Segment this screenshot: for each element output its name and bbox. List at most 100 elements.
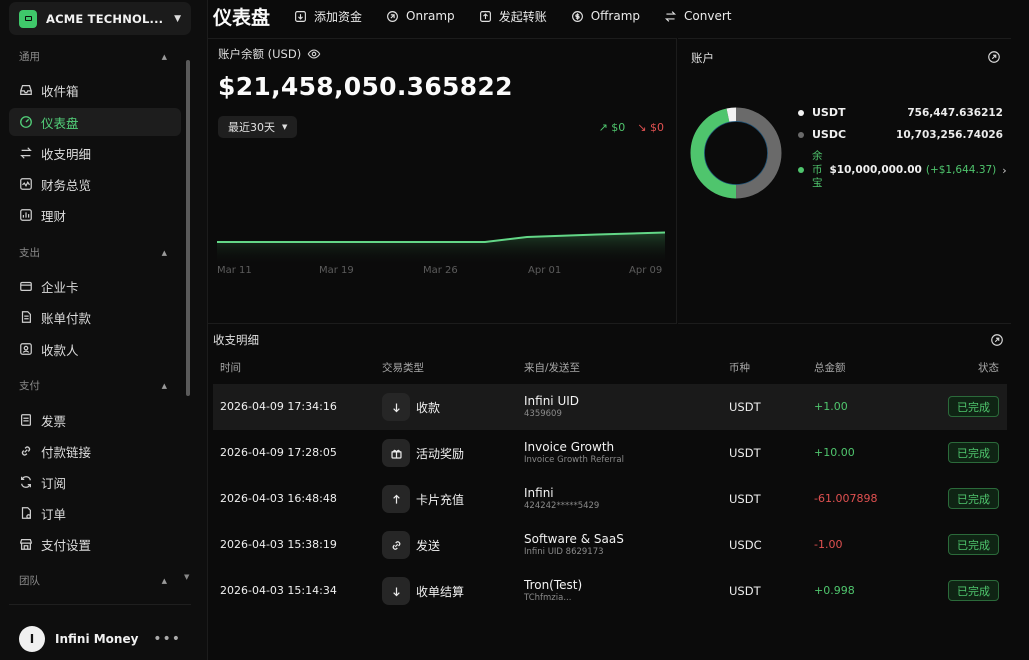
section-team[interactable]: 团队 ▲: [19, 573, 167, 588]
tx-amount: +10.00: [814, 446, 855, 459]
tx-type: 发送: [382, 531, 440, 559]
add-funds-icon: [295, 10, 306, 22]
col-amount: 总金额: [814, 362, 846, 374]
chevron-right-icon: ›: [1002, 163, 1007, 177]
tx-counterparty: Tron(Test) TChfmzia...: [524, 578, 583, 603]
org-logo-icon: [19, 9, 37, 28]
arrow-down-icon: [382, 577, 410, 605]
sidebar-item-inbox[interactable]: 收件箱: [9, 76, 181, 104]
inbox-icon: [20, 85, 32, 95]
header: 仪表盘 添加资金 Onramp 发起转账 Offramp Convert: [208, 0, 1029, 32]
user-menu[interactable]: I Infini Money •••: [19, 626, 181, 652]
org-name: ACME TECHNOL...: [46, 11, 164, 26]
tx-amount: +0.998: [814, 584, 855, 597]
section-spend[interactable]: 支出 ▲: [19, 245, 167, 260]
table-row[interactable]: 2026-04-09 17:28:05 活动奖励 Invoice Growth …: [213, 430, 1007, 476]
outflow-value: ↘ $0: [637, 121, 664, 134]
divider: [9, 604, 191, 605]
eye-icon[interactable]: [307, 47, 321, 61]
bill-icon: [21, 311, 31, 323]
x-tick-label: Apr 01: [528, 265, 562, 276]
sidebar-scrollbar[interactable]: [186, 60, 190, 396]
flows-summary: ↗ $0 ↘ $0: [599, 121, 664, 134]
range-select[interactable]: 最近30天 ▼: [218, 116, 298, 138]
balance-chart: [217, 231, 665, 265]
tx-type: 收款: [382, 393, 440, 421]
convert-button[interactable]: Convert: [664, 9, 731, 23]
sidebar-item-payment-links[interactable]: 付款链接: [9, 437, 181, 465]
table-row[interactable]: 2026-04-09 17:34:16 收款 Infini UID 435960…: [213, 384, 1007, 430]
x-tick-label: Apr 09: [629, 265, 663, 276]
tx-time: 2026-04-09 17:34:16: [220, 400, 337, 413]
order-icon: [21, 507, 31, 519]
link-icon: [21, 446, 31, 456]
sidebar-item-dashboard[interactable]: 仪表盘: [9, 108, 181, 136]
section-general[interactable]: 通用 ▲: [19, 49, 167, 64]
open-link-icon[interactable]: [987, 50, 1001, 64]
table-row[interactable]: 2026-04-03 16:48:48 卡片充值 Infini 424242**…: [213, 476, 1007, 522]
status-badge: 已完成: [948, 580, 999, 601]
tx-counterparty: Invoice Growth Invoice Growth Referral: [524, 440, 624, 465]
col-counterparty: 来自/发送至: [524, 362, 581, 374]
donut-inner-ring: [704, 121, 768, 185]
tx-counterparty: Infini 424242*****5429: [524, 486, 600, 511]
finance-icon: [20, 178, 32, 190]
offramp-icon: [571, 10, 583, 22]
table-row[interactable]: 2026-04-03 15:38:19 发送 Software & SaaS I…: [213, 522, 1007, 568]
transactions-title: 收支明细: [213, 333, 259, 347]
transfer-button[interactable]: 发起转账: [479, 8, 547, 25]
page-title: 仪表盘: [213, 6, 271, 29]
link-icon: [382, 531, 410, 559]
tx-amount: -61.007898: [814, 492, 878, 505]
sidebar-item-finance[interactable]: 财务总览: [9, 170, 181, 198]
legend-dot: [798, 167, 804, 174]
open-link-icon[interactable]: [990, 333, 1004, 347]
section-payments[interactable]: 支付 ▲: [19, 378, 167, 393]
arrow-down-icon: [382, 393, 410, 421]
tx-time: 2026-04-03 15:14:34: [220, 584, 337, 597]
card-icon: [20, 281, 32, 291]
refresh-icon: [21, 476, 31, 488]
avatar: I: [19, 626, 45, 652]
sidebar-item-transactions[interactable]: 收支明细: [9, 139, 181, 167]
caret-down-icon: ▼: [282, 123, 288, 131]
tx-time: 2026-04-03 16:48:48: [220, 492, 337, 505]
tx-currency: USDT: [729, 446, 761, 460]
sidebar: ACME TECHNOL... ▼ 通用 ▲ 收件箱 仪表盘 收支明细 财务总览 …: [0, 0, 208, 660]
onramp-button[interactable]: Onramp: [386, 9, 455, 23]
gift-icon: [382, 439, 410, 467]
tx-currency: USDT: [729, 400, 761, 414]
tx-currency: USDC: [729, 538, 762, 552]
add-funds-button[interactable]: 添加资金: [294, 8, 362, 25]
transfer-icon: [20, 147, 32, 159]
org-switcher[interactable]: ACME TECHNOL... ▼: [9, 2, 191, 35]
accounts-title: 账户: [691, 51, 714, 65]
legend-usdt: USDT 756,447.636212: [798, 106, 1003, 119]
sidebar-item-bills[interactable]: 账单付款: [9, 303, 181, 331]
status-badge: 已完成: [948, 488, 999, 509]
collapse-icon: ▲: [161, 381, 167, 390]
tx-time: 2026-04-09 17:28:05: [220, 446, 337, 459]
inflow-value: ↗ $0: [598, 121, 626, 134]
collapse-icon: ▲: [161, 248, 167, 257]
sidebar-item-payment-settings[interactable]: 支付设置: [9, 530, 181, 558]
legend-yuebao[interactable]: 余币宝 $10,000,000.00 (+$1,644.37) ›: [798, 150, 1007, 191]
sidebar-item-cards[interactable]: 企业卡: [9, 272, 181, 300]
table-header: 时间 交易类型 来自/发送至 币种 总金额 状态: [213, 358, 1007, 376]
offramp-button[interactable]: Offramp: [571, 9, 640, 23]
tx-type: 卡片充值: [382, 485, 464, 513]
sidebar-item-orders[interactable]: 订单: [9, 499, 181, 527]
transfer-out-icon: [479, 10, 491, 22]
sidebar-item-invest[interactable]: 理财: [9, 201, 181, 229]
dashboard-icon: [20, 116, 32, 128]
payee-icon: [20, 343, 32, 355]
table-row[interactable]: 2026-04-03 15:14:34 收单结算 Tron(Test) TChf…: [213, 568, 1007, 614]
x-tick-label: Mar 26: [423, 265, 458, 276]
sidebar-item-invoices[interactable]: 发票: [9, 406, 181, 434]
invest-icon: [20, 209, 32, 221]
sidebar-item-subscriptions[interactable]: 订阅: [9, 468, 181, 496]
scroll-down-icon[interactable]: ▼: [184, 573, 189, 581]
sidebar-item-payees[interactable]: 收款人: [9, 335, 181, 363]
tx-time: 2026-04-03 15:38:19: [220, 538, 337, 551]
more-icon[interactable]: •••: [153, 631, 181, 647]
